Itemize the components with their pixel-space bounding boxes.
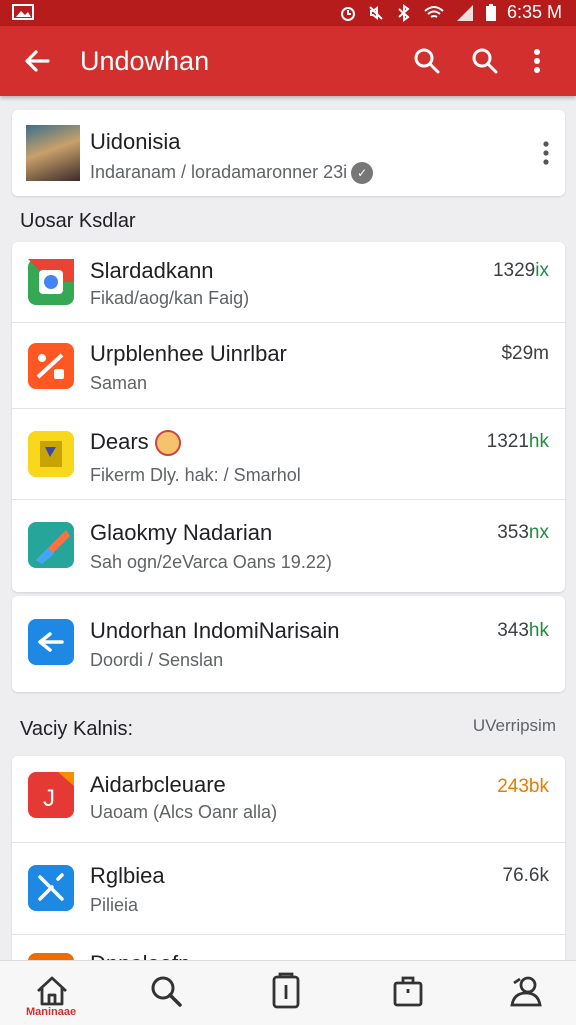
item-subtitle: Pilieia bbox=[90, 895, 139, 915]
item-name: Aidarbcleuare bbox=[90, 772, 226, 797]
list-item[interactable]: Slardadkann Fikad/aog/kan Faig) 1329ix bbox=[12, 242, 565, 322]
item-value: 1329ix bbox=[493, 260, 549, 282]
device-icon[interactable] bbox=[266, 971, 306, 1011]
list-item[interactable]: Glaokmy Nadarian Sah ogn/2eVarca Oans 19… bbox=[12, 500, 565, 592]
emoji-icon bbox=[154, 430, 181, 457]
section-link[interactable]: UVerripsim bbox=[473, 716, 556, 736]
item-name: Undorhan IndomiNarisain bbox=[90, 618, 340, 643]
item-value-suffix: nx bbox=[528, 522, 549, 543]
app-icon bbox=[28, 522, 74, 568]
item-value: $29m bbox=[501, 343, 549, 365]
status-icons: 6:35 M bbox=[339, 2, 562, 23]
item-value-number: 343 bbox=[497, 620, 529, 641]
item-name: Dears bbox=[90, 429, 181, 457]
item-value: 353nx bbox=[497, 522, 549, 544]
item-value-suffix: hk bbox=[528, 620, 549, 641]
svg-text:J: J bbox=[43, 785, 55, 812]
avatar bbox=[26, 125, 80, 181]
list-item[interactable]: Rglbiea Pilieia 76.6k bbox=[12, 843, 565, 935]
more-vert-icon[interactable] bbox=[530, 46, 544, 76]
item-value: 343hk bbox=[497, 620, 549, 642]
section-title: Uosar Ksdlar bbox=[20, 210, 136, 232]
bottom-navigation: Maninaae bbox=[0, 960, 576, 1025]
item-value-suffix: ix bbox=[535, 260, 549, 281]
item-subtitle: Uaoam (Alcs Oanr alla) bbox=[90, 802, 278, 822]
item-value-number: 1329 bbox=[492, 260, 536, 281]
app-icon bbox=[28, 431, 74, 477]
page-title: Undowhan bbox=[80, 46, 210, 76]
item-value-number: 1321 bbox=[486, 431, 529, 452]
item-subtitle: Sah ogn/2eVarca Oans 19.22) bbox=[90, 552, 332, 572]
bluetooth-icon bbox=[398, 3, 410, 22]
item-name: Rglbiea bbox=[90, 863, 165, 888]
list-card: J Aidarbcleuare Uaoam (Alcs Oanr alla) 2… bbox=[12, 756, 565, 976]
item-value-suffix: bk bbox=[528, 776, 549, 797]
profile-name: Uidonisia bbox=[90, 129, 181, 154]
list-item[interactable]: Urpblenhee Uinrlbar Saman $29m bbox=[12, 323, 565, 409]
item-value: 1321hk bbox=[487, 431, 549, 453]
back-arrow-icon[interactable] bbox=[22, 46, 52, 76]
profile-card[interactable]: Uidonisia Indaranam / loradamaronner 23i… bbox=[12, 110, 565, 196]
item-subtitle: Fikerm Dly. hak: / Smarhol bbox=[90, 465, 301, 485]
briefcase-icon[interactable] bbox=[388, 971, 428, 1011]
list-card: Slardadkann Fikad/aog/kan Faig) 1329ix U… bbox=[12, 242, 565, 592]
item-subtitle: Fikad/aog/kan Faig) bbox=[90, 288, 250, 308]
app-bar: Undowhan bbox=[0, 26, 576, 96]
item-value-number: 353 bbox=[497, 522, 529, 543]
item-subtitle: Doordi / Senslan bbox=[90, 650, 224, 670]
nav-label-home: Maninaae bbox=[26, 1006, 77, 1018]
item-name: Slardadkann bbox=[90, 258, 214, 283]
more-vert-icon[interactable] bbox=[541, 140, 551, 166]
list-card: Undorhan IndomiNarisain Doordi / Senslan… bbox=[12, 596, 565, 692]
item-value: 243bk bbox=[497, 776, 549, 798]
list-item[interactable]: Dears Fikerm Dly. hak: / Smarhol 1321hk bbox=[12, 409, 565, 500]
item-name-text: Dears bbox=[90, 429, 149, 454]
status-bar: 6:35 M bbox=[0, 0, 576, 26]
item-value: 76.6k bbox=[502, 865, 549, 886]
list-item[interactable]: J Aidarbcleuare Uaoam (Alcs Oanr alla) 2… bbox=[12, 756, 565, 842]
item-name: Urpblenhee Uinrlbar bbox=[90, 341, 287, 366]
search-icon[interactable] bbox=[146, 971, 186, 1011]
profile-subtitle: Indaranam / loradamaronner 23i ✓ bbox=[90, 162, 374, 185]
list-item[interactable]: Undorhan IndomiNarisain Doordi / Senslan… bbox=[12, 596, 565, 692]
section-title: Vaciy Kalnis: bbox=[20, 718, 134, 740]
item-value-suffix: hk bbox=[528, 431, 549, 452]
item-name: Glaokmy Nadarian bbox=[90, 520, 273, 545]
app-icon bbox=[28, 865, 74, 911]
app-icon bbox=[28, 343, 74, 389]
search-icon[interactable] bbox=[470, 46, 500, 76]
wifi-icon bbox=[424, 5, 444, 18]
search-icon[interactable] bbox=[412, 46, 442, 76]
item-value-number: $29m bbox=[501, 343, 549, 364]
app-icon: J bbox=[28, 772, 74, 818]
image-notification-icon bbox=[12, 3, 34, 26]
app-icon bbox=[28, 259, 74, 305]
account-icon[interactable] bbox=[506, 971, 546, 1011]
alarm-icon bbox=[340, 6, 355, 21]
item-subtitle: Saman bbox=[90, 373, 148, 393]
status-time: 6:35 M bbox=[506, 2, 562, 22]
signal-icon bbox=[456, 4, 473, 21]
item-value-number: 243 bbox=[497, 776, 529, 797]
mute-icon bbox=[369, 5, 383, 20]
profile-subtitle-text: Indaranam / loradamaronner 23i bbox=[90, 162, 348, 182]
home-icon[interactable] bbox=[32, 971, 72, 1011]
battery-icon bbox=[485, 3, 496, 21]
app-icon bbox=[28, 619, 74, 665]
verified-badge-icon: ✓ bbox=[351, 162, 374, 185]
